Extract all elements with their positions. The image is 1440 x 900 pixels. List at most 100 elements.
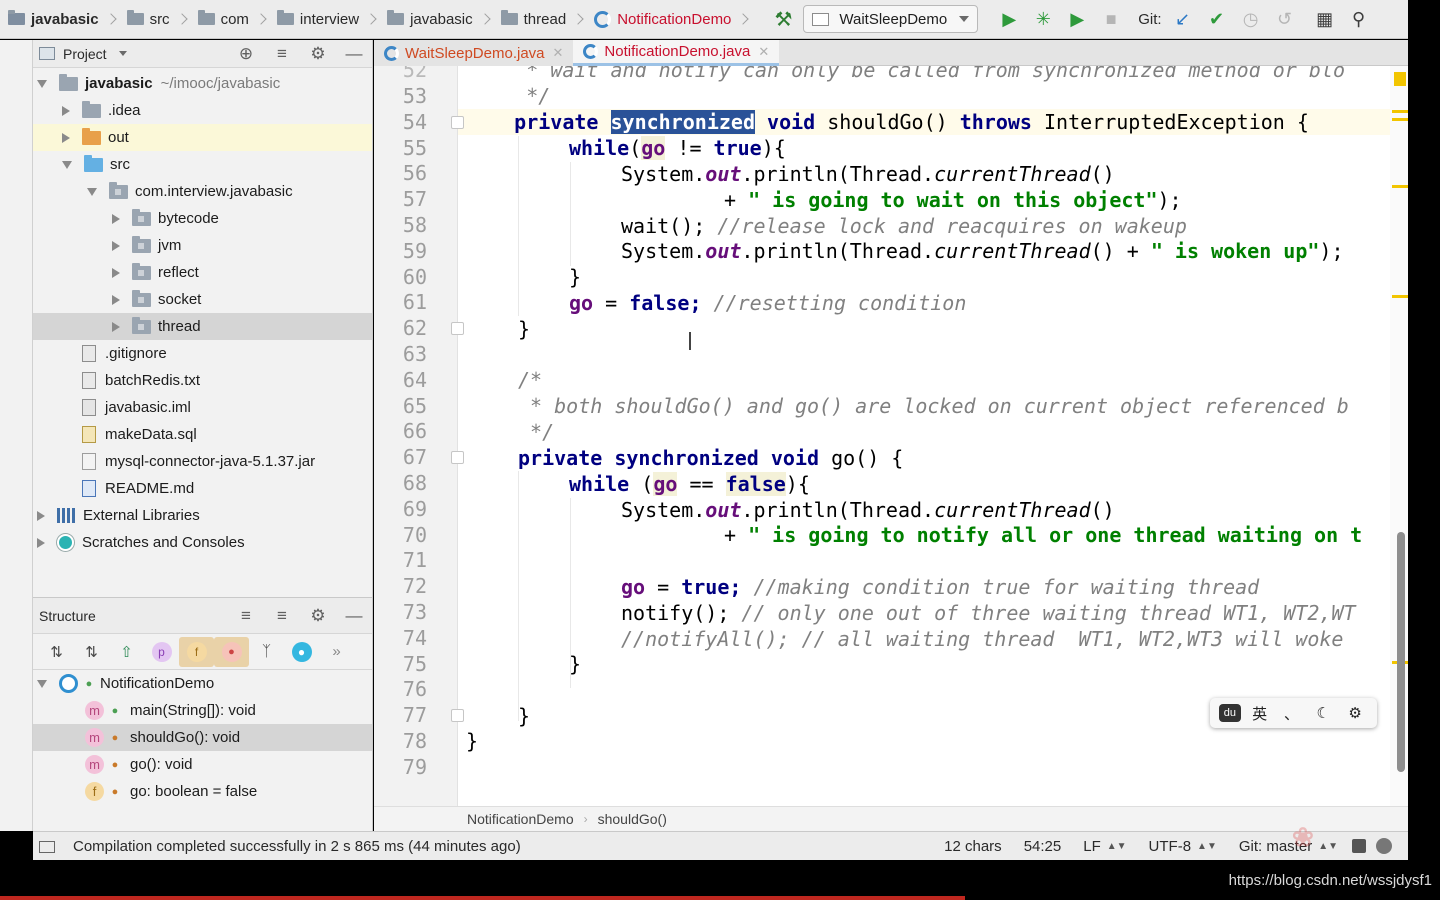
- expand-arrow-icon[interactable]: [37, 79, 47, 88]
- tree-item-external-libraries[interactable]: External Libraries: [33, 502, 372, 529]
- tree-item-mysql-connector-java-5-1-37-jar[interactable]: mysql-connector-java-5.1.37.jar: [33, 448, 372, 475]
- tree-item-javabasic-iml[interactable]: javabasic.iml: [33, 394, 372, 421]
- structure-member-row[interactable]: m ● main(String[]): void: [33, 697, 372, 724]
- breadcrumb-com[interactable]: com: [190, 0, 269, 39]
- fold-marker-icon[interactable]: [451, 709, 464, 722]
- sort-alphabetically-icon[interactable]: ⇅: [74, 637, 109, 667]
- tree-item-thread[interactable]: thread: [33, 313, 372, 340]
- hide-panel-icon[interactable]: —: [336, 44, 372, 64]
- gear-icon[interactable]: ⚙: [300, 44, 336, 64]
- collapse-arrow-icon[interactable]: [62, 132, 70, 143]
- build-hammer-icon[interactable]: ⚒: [765, 0, 801, 39]
- show-properties-icon[interactable]: p: [144, 637, 179, 667]
- scroll-from-source-icon[interactable]: ⊕: [228, 44, 264, 64]
- collapse-arrow-icon[interactable]: [37, 537, 45, 548]
- tree-item-readme-md[interactable]: README.md: [33, 475, 372, 502]
- project-structure-icon[interactable]: ▦: [1308, 0, 1342, 39]
- ime-logo-icon[interactable]: du: [1218, 704, 1241, 722]
- collapse-all-icon[interactable]: ≡: [264, 606, 300, 626]
- expand-arrow-icon[interactable]: [87, 187, 97, 196]
- tree-item-batchredis-txt[interactable]: batchRedis.txt: [33, 367, 372, 394]
- warning-marker[interactable]: [1392, 110, 1408, 113]
- moon-icon[interactable]: ☾: [1310, 704, 1336, 722]
- tree-item-makedata-sql[interactable]: makeData.sql: [33, 421, 372, 448]
- expand-arrow-icon[interactable]: [62, 160, 72, 169]
- warning-marker[interactable]: [1392, 295, 1408, 298]
- autoscroll-icon[interactable]: ●: [284, 637, 319, 667]
- tree-item-jvm[interactable]: jvm: [33, 232, 372, 259]
- error-stripe[interactable]: [1390, 66, 1408, 806]
- tab-waitsleepdemo[interactable]: WaitSleepDemo.java ✕: [374, 40, 574, 66]
- git-history-clock-icon[interactable]: ◷: [1234, 0, 1268, 39]
- line-separator-select[interactable]: LF ▲▼: [1083, 838, 1126, 855]
- tree-item-reflect[interactable]: reflect: [33, 259, 372, 286]
- tree-item-src[interactable]: src: [33, 151, 372, 178]
- close-icon[interactable]: ✕: [553, 45, 564, 61]
- collapse-all-icon[interactable]: ≡: [264, 44, 300, 64]
- hector-inspector-icon[interactable]: [1376, 838, 1392, 854]
- caret-position[interactable]: 54:25: [1024, 838, 1062, 855]
- lock-icon[interactable]: [1352, 839, 1366, 853]
- show-fields-icon[interactable]: f: [179, 636, 214, 667]
- stop-icon[interactable]: ■: [1094, 0, 1128, 39]
- collapse-arrow-icon[interactable]: [112, 321, 120, 332]
- git-update-arrow-icon[interactable]: ↙: [1166, 0, 1200, 39]
- tree-item-scratches-and-consoles[interactable]: Scratches and Consoles: [33, 529, 372, 556]
- tree-item-bytecode[interactable]: bytecode: [33, 205, 372, 232]
- tree-item-com-interview-javabasic[interactable]: com.interview.javabasic: [33, 178, 372, 205]
- chevron-down-icon[interactable]: [118, 51, 127, 56]
- code-editor[interactable]: 52 53 54 55 56 57 58 59 60 61 62 63 64 65 66 67 68 69 70 7…: [374, 66, 1408, 806]
- structure-member-row[interactable]: m ● shouldGo(): void: [33, 724, 372, 751]
- collapse-arrow-icon[interactable]: [112, 240, 120, 251]
- warning-marker[interactable]: [1392, 118, 1408, 121]
- tool-windows-toggle-icon[interactable]: [39, 841, 55, 853]
- encoding-select[interactable]: UTF-8 ▲▼: [1149, 838, 1217, 855]
- expand-all-icon[interactable]: ≡: [228, 606, 264, 626]
- expand-arrow-icon[interactable]: [37, 679, 47, 688]
- fold-marker-icon[interactable]: [451, 322, 464, 335]
- project-panel-title[interactable]: Project: [63, 46, 107, 62]
- hide-panel-icon[interactable]: —: [336, 606, 372, 626]
- run-with-coverage-icon[interactable]: ▶: [1060, 0, 1094, 39]
- warning-marker[interactable]: [1392, 185, 1408, 188]
- run-configuration-select[interactable]: WaitSleepDemo: [803, 5, 979, 33]
- breadcrumb-method[interactable]: shouldGo(): [598, 811, 667, 827]
- breadcrumb-interview[interactable]: interview: [269, 0, 379, 39]
- sort-by-visibility-icon[interactable]: ⇅: [39, 637, 74, 667]
- breadcrumb-javabasic[interactable]: javabasic: [379, 0, 493, 39]
- collapse-arrow-icon[interactable]: [62, 105, 70, 116]
- breadcrumb-notificationdemo[interactable]: NotificationDemo: [586, 0, 751, 39]
- run-icon[interactable]: ▶: [992, 0, 1026, 39]
- collapse-arrow-icon[interactable]: [112, 213, 120, 224]
- ime-punctuation-toggle[interactable]: 、: [1278, 703, 1304, 724]
- structure-member-row[interactable]: f ● go: boolean = false: [33, 778, 372, 805]
- collapse-arrow-icon[interactable]: [112, 267, 120, 278]
- git-rollback-icon[interactable]: ↺: [1268, 0, 1302, 39]
- show-lambdas-icon[interactable]: ᛉ: [249, 637, 284, 667]
- search-icon[interactable]: ⚲: [1342, 0, 1376, 39]
- show-inherited-icon[interactable]: ⇧: [109, 637, 144, 667]
- fold-marker-icon[interactable]: [451, 451, 464, 464]
- status-message[interactable]: Compilation completed successfully in 2 …: [73, 838, 521, 855]
- tree-item-out[interactable]: out: [33, 124, 372, 151]
- tree-item-javabasic[interactable]: javabasic ~/imooc/javabasic: [33, 70, 372, 97]
- tree-item-gitignore[interactable]: .gitignore: [33, 340, 372, 367]
- breadcrumb-src[interactable]: src: [119, 0, 190, 39]
- collapse-arrow-icon[interactable]: [112, 294, 120, 305]
- structure-member-row[interactable]: m ● go(): void: [33, 751, 372, 778]
- input-method-toolbar[interactable]: du 英 、 ☾ ⚙: [1210, 698, 1377, 728]
- tree-item-idea[interactable]: .idea: [33, 97, 372, 124]
- collapse-arrow-icon[interactable]: [37, 510, 45, 521]
- git-commit-check-icon[interactable]: ✔: [1200, 0, 1234, 39]
- breadcrumb-class[interactable]: NotificationDemo: [467, 811, 574, 827]
- scrollbar-thumb[interactable]: [1397, 532, 1405, 772]
- structure-class-row[interactable]: ● NotificationDemo: [33, 670, 372, 697]
- warning-marker[interactable]: [1394, 72, 1406, 86]
- tab-notificationdemo[interactable]: NotificationDemo.java ✕: [573, 40, 780, 66]
- breadcrumb-thread[interactable]: thread: [493, 0, 587, 39]
- debug-bug-icon[interactable]: ✳: [1026, 0, 1060, 39]
- more-chevron-icon[interactable]: »: [319, 637, 354, 667]
- close-icon[interactable]: ✕: [758, 44, 769, 60]
- show-non-public-icon[interactable]: ●: [214, 636, 249, 667]
- tree-item-socket[interactable]: socket: [33, 286, 372, 313]
